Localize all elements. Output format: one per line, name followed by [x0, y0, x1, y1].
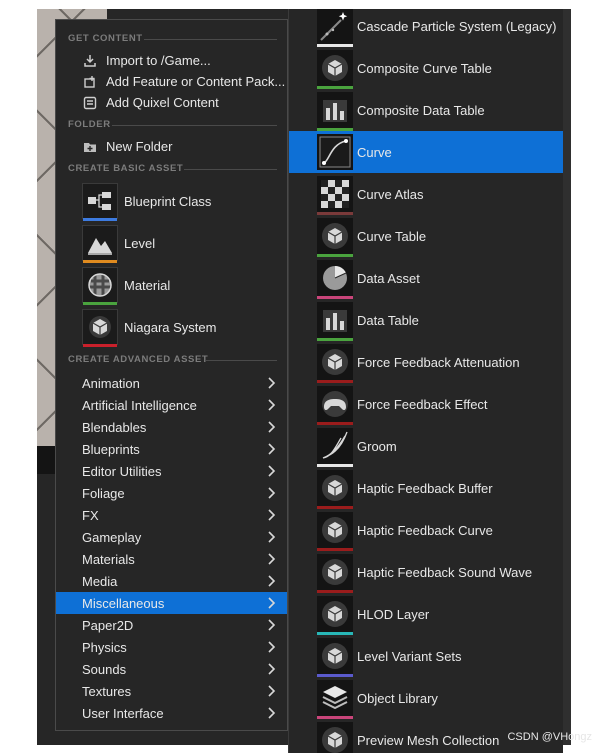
submenu-item-groom[interactable]: Groom: [289, 425, 563, 467]
asset-type-color-bar: [83, 344, 117, 347]
submenu-item-level-variant-sets[interactable]: Level Variant Sets: [289, 635, 563, 677]
quixel-icon: [82, 95, 98, 111]
chevron-right-icon: [265, 706, 277, 720]
category-media[interactable]: Media: [56, 570, 287, 592]
submenu-item-curve[interactable]: Curve: [289, 131, 563, 173]
submenu-item-curve-table[interactable]: Curve Table: [289, 215, 563, 257]
section-header-folder: FOLDER: [68, 119, 111, 130]
submenu-item-cascade-particle-system-legacy[interactable]: Cascade Particle System (Legacy): [289, 9, 563, 47]
asset-type-color-bar: [83, 302, 117, 305]
library-icon: [317, 680, 353, 719]
watermark-text: CSDN @VHongz: [507, 731, 592, 743]
sphere-icon: [317, 344, 353, 383]
sphere-icon: [317, 722, 353, 753]
section-divider: [144, 39, 277, 40]
chevron-right-icon: [265, 552, 277, 566]
asset-type-color-bar: [83, 260, 117, 263]
category-textures[interactable]: Textures: [56, 680, 287, 702]
curve-icon: [317, 134, 353, 173]
menu-item-add-feature-pack[interactable]: Add Feature or Content Pack...: [56, 71, 287, 92]
submenu-item-force-feedback-effect[interactable]: Force Feedback Effect: [289, 383, 563, 425]
feature-pack-icon: [82, 74, 98, 90]
material-icon: [82, 267, 118, 305]
category-sounds[interactable]: Sounds: [56, 658, 287, 680]
category-artificial-intelligence[interactable]: Artificial Intelligence: [56, 394, 287, 416]
chevron-right-icon: [265, 398, 277, 412]
submenu-item-force-feedback-attenuation[interactable]: Force Feedback Attenuation: [289, 341, 563, 383]
section-divider: [184, 169, 277, 170]
submenu-item-data-asset[interactable]: Data Asset: [289, 257, 563, 299]
section-header-create-advanced: CREATE ADVANCED ASSET: [68, 354, 209, 365]
chevron-right-icon: [265, 376, 277, 390]
submenu-item-haptic-feedback-sound-wave[interactable]: Haptic Feedback Sound Wave: [289, 551, 563, 593]
category-blendables[interactable]: Blendables: [56, 416, 287, 438]
pie-icon: [317, 260, 353, 299]
category-user-interface[interactable]: User Interface: [56, 702, 287, 724]
submenu-item-haptic-feedback-buffer[interactable]: Haptic Feedback Buffer: [289, 467, 563, 509]
niagara-icon: [82, 309, 118, 347]
submenu-item-object-library[interactable]: Object Library: [289, 677, 563, 719]
section-header-get-content: GET CONTENT: [68, 33, 143, 44]
submenu-item-composite-curve-table[interactable]: Composite Curve Table: [289, 47, 563, 89]
section-divider: [206, 360, 277, 361]
asset-level[interactable]: Level: [82, 222, 282, 264]
sphere-icon: [317, 638, 353, 677]
sphere-icon: [317, 218, 353, 257]
level-icon: [82, 225, 118, 263]
category-physics[interactable]: Physics: [56, 636, 287, 658]
asset-niagara-system[interactable]: Niagara System: [82, 306, 282, 348]
chevron-right-icon: [265, 442, 277, 456]
particle-icon: [317, 9, 353, 47]
sphere-icon: [317, 596, 353, 635]
chevron-right-icon: [265, 530, 277, 544]
import-icon: [82, 53, 98, 69]
category-miscellaneous[interactable]: Miscellaneous: [56, 592, 287, 614]
content-browser-context-menu: GET CONTENT Import to /Game... Add Featu…: [55, 19, 288, 731]
sphere-icon: [317, 554, 353, 593]
bar-chart-icon: [317, 92, 353, 131]
chevron-right-icon: [265, 464, 277, 478]
chevron-right-icon: [265, 596, 277, 610]
details-panel-edge: [562, 9, 571, 745]
sphere-icon: [317, 470, 353, 509]
chevron-right-icon: [265, 508, 277, 522]
chevron-right-icon: [265, 574, 277, 588]
category-editor-utilities[interactable]: Editor Utilities: [56, 460, 287, 482]
menu-item-new-folder[interactable]: New Folder: [56, 136, 287, 157]
menu-item-import[interactable]: Import to /Game...: [56, 50, 287, 71]
chevron-right-icon: [265, 684, 277, 698]
category-fx[interactable]: FX: [56, 504, 287, 526]
chevron-right-icon: [265, 640, 277, 654]
submenu-item-data-table[interactable]: Data Table: [289, 299, 563, 341]
category-foliage[interactable]: Foliage: [56, 482, 287, 504]
chevron-right-icon: [265, 420, 277, 434]
sphere-icon: [317, 512, 353, 551]
sphere-icon: [317, 50, 353, 89]
submenu-item-composite-data-table[interactable]: Composite Data Table: [289, 89, 563, 131]
section-header-create-basic: CREATE BASIC ASSET: [68, 163, 184, 174]
blueprint-icon: [82, 183, 118, 221]
asset-material[interactable]: Material: [82, 264, 282, 306]
gamepad-icon: [317, 386, 353, 425]
menu-item-add-quixel[interactable]: Add Quixel Content: [56, 92, 287, 113]
category-paper2d[interactable]: Paper2D: [56, 614, 287, 636]
chevron-right-icon: [265, 618, 277, 632]
submenu-item-haptic-feedback-curve[interactable]: Haptic Feedback Curve: [289, 509, 563, 551]
checker-icon: [317, 176, 353, 215]
new-folder-icon: [82, 139, 98, 155]
miscellaneous-submenu: Cascade Particle System (Legacy) Composit…: [288, 9, 563, 753]
asset-blueprint-class[interactable]: Blueprint Class: [82, 180, 282, 222]
chevron-right-icon: [265, 662, 277, 676]
category-gameplay[interactable]: Gameplay: [56, 526, 287, 548]
category-materials[interactable]: Materials: [56, 548, 287, 570]
submenu-item-hlod-layer[interactable]: HLOD Layer: [289, 593, 563, 635]
category-animation[interactable]: Animation: [56, 372, 287, 394]
asset-type-color-bar: [83, 218, 117, 221]
category-blueprints[interactable]: Blueprints: [56, 438, 287, 460]
bar-chart-icon: [317, 302, 353, 341]
groom-icon: [317, 428, 353, 467]
section-divider: [112, 125, 277, 126]
chevron-right-icon: [265, 486, 277, 500]
submenu-item-curve-atlas[interactable]: Curve Atlas: [289, 173, 563, 215]
